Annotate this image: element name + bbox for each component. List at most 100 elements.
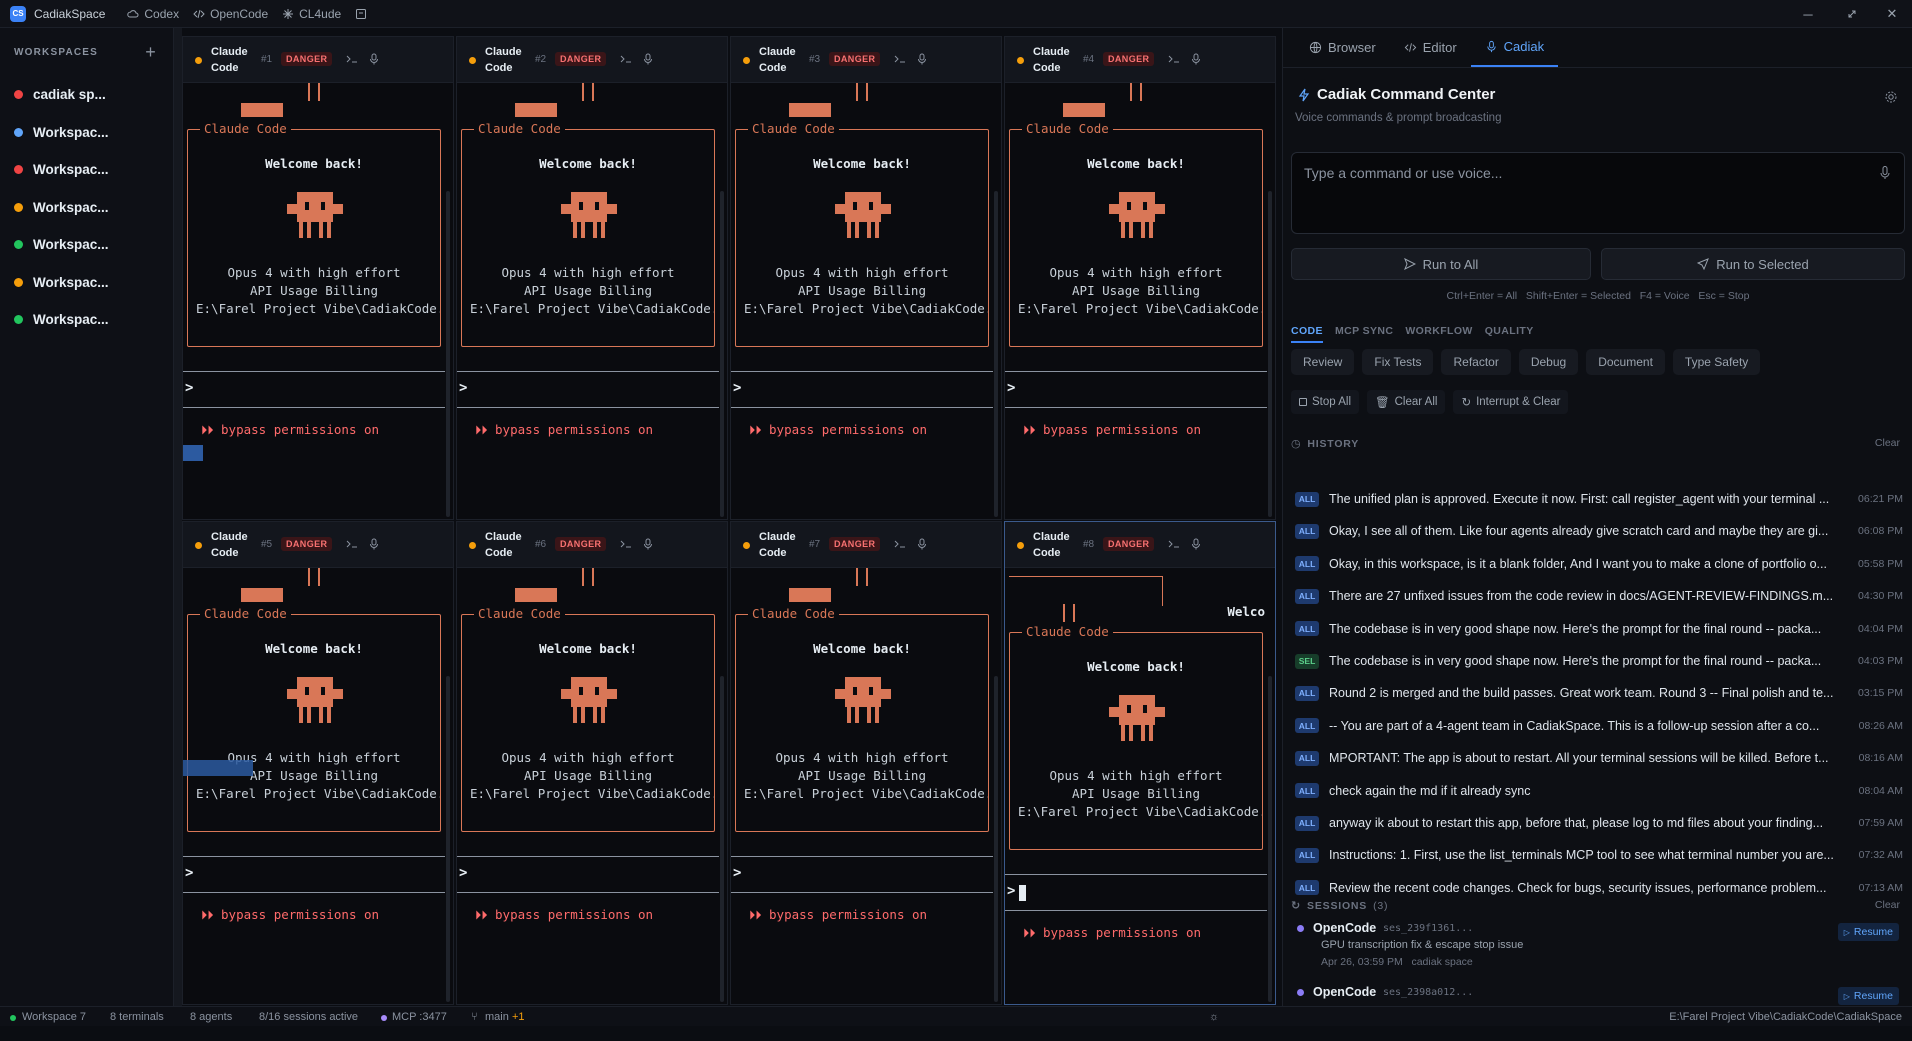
terminal-icon[interactable] (619, 52, 633, 66)
terminal-icon[interactable] (345, 537, 359, 551)
status-dot (1017, 542, 1024, 549)
microphone-icon[interactable] (915, 537, 929, 551)
subtab-mcp-sync[interactable]: MCP SYNC (1335, 325, 1393, 343)
history-item[interactable]: SEL The codebase is in very good shape no… (1295, 645, 1903, 677)
history-item[interactable]: ALL Okay, in this workspace, is it a blan… (1295, 548, 1903, 580)
microphone-icon[interactable] (641, 52, 655, 66)
terminal-name: Claude Code (211, 531, 248, 559)
subtab-code[interactable]: CODE (1291, 325, 1323, 343)
chip-fix-tests[interactable]: Fix Tests (1362, 349, 1434, 375)
terminal-pane[interactable]: Claude Code #4 DANGER Claude Code Welcome ba… (1004, 36, 1276, 520)
clawd-legs-icon (856, 568, 868, 586)
microphone-icon[interactable] (367, 537, 381, 551)
terminal-body: Claude Code Welcome back! Opus 4 with high… (183, 568, 453, 1004)
sidebar-splitter[interactable] (174, 28, 182, 1006)
add-workspace-button[interactable]: + (145, 42, 157, 63)
terminal-icon[interactable] (1167, 537, 1181, 551)
chip-debug[interactable]: Debug (1518, 349, 1579, 375)
history-item[interactable]: ALL MPORTANT: The app is about to restart… (1295, 742, 1903, 774)
session-item[interactable]: OpenCode ses_239f1361... GPU transcription… (1295, 921, 1903, 977)
tab-editor[interactable]: Editor (1390, 27, 1471, 67)
terminal-pane[interactable]: Claude Code #3 DANGER Claude Code Welcome ba… (730, 36, 1002, 520)
selection-highlight (183, 445, 203, 461)
terminal-icon[interactable] (1167, 52, 1181, 66)
close-button[interactable]: ✕ (1872, 0, 1912, 28)
sidebar-item-workspace[interactable]: Workspac... (0, 189, 173, 227)
sidebar-item-workspace[interactable]: Workspac... (0, 114, 173, 152)
terminal-header: Claude Code #7 DANGER (731, 522, 1001, 568)
terminal-pane[interactable]: Claude Code #7 DANGER Claude Code Welcome ba… (730, 521, 1002, 1005)
clear-sessions-button[interactable]: Clear (1875, 899, 1900, 911)
subtab-workflow[interactable]: WORKFLOW (1405, 325, 1472, 343)
history-item[interactable]: ALL check again the md if it already sync… (1295, 775, 1903, 807)
terminal-scrollbar[interactable] (720, 191, 724, 517)
tab-browser[interactable]: Browser (1295, 27, 1390, 67)
gear-icon[interactable] (1884, 90, 1898, 104)
resume-button[interactable]: ▷ Resume (1837, 987, 1899, 1005)
terminal-icon[interactable] (893, 537, 907, 551)
clear-history-button[interactable]: Clear (1875, 437, 1900, 449)
chip-document[interactable]: Document (1586, 349, 1665, 375)
history-item[interactable]: ALL -- You are part of a 4-agent team in … (1295, 710, 1903, 742)
terminal-icon[interactable] (345, 52, 359, 66)
chip-review[interactable]: Review (1291, 349, 1355, 375)
layout-toggle-button[interactable] (355, 8, 367, 20)
microphone-icon[interactable] (1189, 537, 1203, 551)
terminal-scrollbar[interactable] (720, 676, 724, 1002)
sidebar-item-workspace[interactable]: Workspac... (0, 264, 173, 302)
command-input[interactable] (1304, 165, 1864, 181)
subtab-quality[interactable]: QUALITY (1485, 325, 1534, 343)
microphone-icon[interactable] (367, 52, 381, 66)
history-item[interactable]: ALL Okay, I see all of them. Like four ag… (1295, 515, 1903, 547)
microphone-icon[interactable] (915, 52, 929, 66)
terminal-pane[interactable]: Claude Code #8 DANGER Welco Claude Code Welco… (1004, 521, 1276, 1005)
sidebar-item-workspace[interactable]: cadiak sp... (0, 76, 173, 114)
minimize-button[interactable]: ─ (1788, 0, 1828, 28)
billing-text: API Usage Billing (1072, 786, 1200, 801)
interrupt-clear-button[interactable]: ↻ Interrupt & Clear (1453, 390, 1569, 414)
welcome-text: Welcome back! (265, 156, 363, 171)
chip-type-safety[interactable]: Type Safety (1672, 349, 1761, 375)
terminal-scrollbar[interactable] (994, 676, 998, 1002)
terminal-scrollbar[interactable] (1268, 191, 1272, 517)
prompt-symbol: > (1007, 380, 1016, 396)
run-to-selected-button[interactable]: Run to Selected (1601, 248, 1905, 280)
input-separator-top (457, 856, 719, 857)
titlebar-tab-opencode[interactable]: OpenCode (193, 7, 268, 21)
sidebar-item-workspace[interactable]: Workspac... (0, 301, 173, 339)
titlebar-tab-codex[interactable]: Codex (127, 7, 179, 21)
history-item[interactable]: ALL anyway ik about to restart this app, … (1295, 807, 1903, 839)
chip-refactor[interactable]: Refactor (1441, 349, 1511, 375)
titlebar-tab-cl4ude[interactable]: CL4ude (282, 7, 341, 21)
history-item[interactable]: ALL The codebase is in very good shape no… (1295, 613, 1903, 645)
resume-button[interactable]: ▷ Resume (1837, 923, 1899, 941)
sun-icon[interactable]: ☼ (1209, 1011, 1219, 1023)
stop-all-button[interactable]: Stop All (1291, 390, 1359, 414)
clear-all-button[interactable]: 🗑 Clear All (1367, 390, 1446, 414)
history-item[interactable]: ALL Round 2 is merged and the build passe… (1295, 677, 1903, 709)
microphone-icon[interactable] (641, 537, 655, 551)
terminal-pane[interactable]: Claude Code #6 DANGER Claude Code Welcome ba… (456, 521, 728, 1005)
microphone-icon[interactable] (1878, 165, 1892, 181)
status-branch[interactable]: main (485, 1011, 509, 1023)
history-item[interactable]: ALL Instructions: 1. First, use the list_… (1295, 839, 1903, 871)
terminal-icon[interactable] (893, 52, 907, 66)
terminal-pane[interactable]: Claude Code #1 DANGER Claude Code Welcome ba… (182, 36, 454, 520)
sidebar-item-workspace[interactable]: Workspac... (0, 151, 173, 189)
history-item[interactable]: ALL There are 27 unfixed issues from the … (1295, 580, 1903, 612)
terminal-pane[interactable]: Claude Code #5 DANGER Claude Code Welcome ba… (182, 521, 454, 1005)
microphone-icon[interactable] (1189, 52, 1203, 66)
sidebar-item-workspace[interactable]: Workspac... (0, 226, 173, 264)
terminal-icon[interactable] (619, 537, 633, 551)
terminal-scrollbar[interactable] (1268, 676, 1272, 1002)
terminal-scrollbar[interactable] (994, 191, 998, 517)
history-text: check again the md if it already sync (1329, 783, 1531, 798)
terminal-scrollbar[interactable] (446, 191, 450, 517)
history-item[interactable]: ALL The unified plan is approved. Execute… (1295, 483, 1903, 515)
run-to-all-button[interactable]: Run to All (1291, 248, 1591, 280)
terminal-scrollbar[interactable] (446, 676, 450, 1002)
previous-box-border (1009, 576, 1163, 606)
restore-button[interactable] (1832, 0, 1872, 28)
tab-cadiak[interactable]: Cadiak (1470, 27, 1559, 67)
terminal-pane[interactable]: Claude Code #2 DANGER Claude Code Welcome ba… (456, 36, 728, 520)
